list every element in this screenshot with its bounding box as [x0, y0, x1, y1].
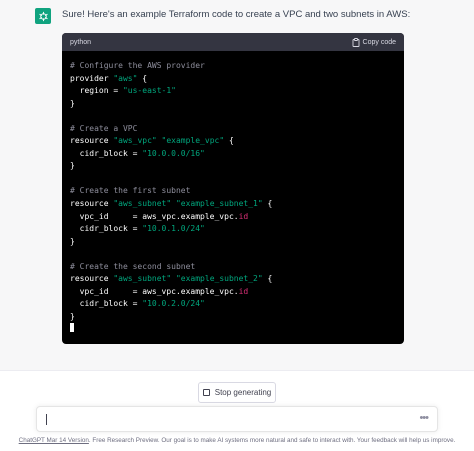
code-block: python Copy code # Configure the AWS pro… [62, 33, 404, 344]
stop-generating-label: Stop generating [214, 388, 272, 397]
code-string: "aws_vpc" "example_vpc" [113, 136, 225, 146]
streaming-cursor [70, 323, 74, 333]
code-text: resource [70, 199, 114, 209]
version-link[interactable]: ChatGPT Mar 14 Version [19, 437, 89, 444]
openai-logo-icon [35, 8, 51, 24]
code-line: resource "aws_vpc" "example_vpc" { [70, 135, 396, 148]
assistant-message: Sure! Here's an example Terraform code t… [0, 0, 474, 371]
copy-code-label: Copy code [362, 38, 396, 46]
code-string: "10.0.1.0/24" [142, 224, 205, 234]
code-text: vpc_id = aws_vpc.example_vpc. [70, 286, 239, 296]
code-attribute: id [238, 286, 249, 296]
code-comment: # Create a VPC [70, 123, 138, 133]
code-text: { [262, 274, 273, 284]
clipboard-icon [352, 37, 359, 47]
code-text: } [70, 236, 75, 246]
code-text: provider [70, 73, 114, 83]
stop-generating-button[interactable]: Stop generating [198, 382, 276, 403]
code-line: # Configure the AWS provider [70, 60, 396, 73]
code-string: "aws" [113, 73, 138, 83]
code-line: } [70, 311, 396, 324]
stop-square-icon [202, 389, 210, 396]
code-string: "aws_subnet" "example_subnet_1" [113, 199, 263, 209]
code-line: resource "aws_subnet" "example_subnet_2"… [70, 273, 396, 286]
code-string: "aws_subnet" "example_subnet_2" [113, 274, 263, 284]
code-line: resource "aws_subnet" "example_subnet_1"… [70, 198, 396, 211]
code-line: cidr_block = "10.0.0.0/16" [70, 148, 396, 161]
code-line: cidr_block = "10.0.1.0/24" [70, 223, 396, 236]
code-content: # Configure the AWS provider provider "aw… [62, 51, 404, 336]
code-text: cidr_block = [70, 224, 143, 234]
code-text: resource [70, 274, 114, 284]
code-text: { [262, 199, 273, 209]
code-text: } [70, 161, 75, 171]
footer-text: . Free Research Preview. Our goal is to … [88, 437, 456, 444]
code-language-label: python [70, 38, 92, 46]
code-attribute: id [238, 211, 249, 221]
code-text: } [70, 98, 75, 108]
code-line: cidr_block = "10.0.2.0/24" [70, 298, 396, 311]
code-line: region = "us-east-1" [70, 85, 396, 98]
ellipsis-icon[interactable]: ••• [419, 412, 429, 424]
code-comment: # Create the first subnet [70, 186, 191, 196]
code-line: # Create a VPC [70, 123, 396, 136]
code-line: provider "aws" { [70, 73, 396, 86]
code-line: } [70, 236, 396, 249]
footer-disclaimer: ChatGPT Mar 14 Version. Free Research Pr… [0, 437, 474, 444]
code-text: vpc_id = aws_vpc.example_vpc. [70, 211, 239, 221]
code-line: vpc_id = aws_vpc.example_vpc.id [70, 286, 396, 299]
code-line: } [70, 160, 396, 173]
code-line: # Create the second subnet [70, 261, 396, 274]
code-string: "us-east-1" [122, 86, 176, 96]
code-line: } [70, 98, 396, 111]
code-text: cidr_block = [70, 299, 143, 309]
code-text: } [70, 311, 75, 321]
code-string: "10.0.2.0/24" [142, 299, 205, 309]
code-text: { [224, 136, 234, 146]
prompt-input[interactable] [45, 411, 405, 427]
prompt-box: ••• [36, 406, 438, 432]
code-text: resource [70, 136, 114, 146]
copy-code-button[interactable]: Copy code [352, 37, 396, 47]
message-intro-text: Sure! Here's an example Terraform code t… [62, 9, 411, 20]
code-block-header: python Copy code [62, 33, 404, 51]
code-comment: # Configure the AWS provider [70, 61, 205, 70]
code-line: # Create the first subnet [70, 185, 396, 198]
code-text: region = [70, 86, 123, 96]
code-text: cidr_block = [70, 148, 143, 158]
code-line: vpc_id = aws_vpc.example_vpc.id [70, 211, 396, 224]
code-string: "10.0.0.0/16" [142, 148, 205, 158]
code-comment: # Create the second subnet [70, 261, 196, 271]
code-text: { [137, 73, 148, 83]
code-line [70, 323, 396, 336]
text-caret [46, 414, 47, 425]
